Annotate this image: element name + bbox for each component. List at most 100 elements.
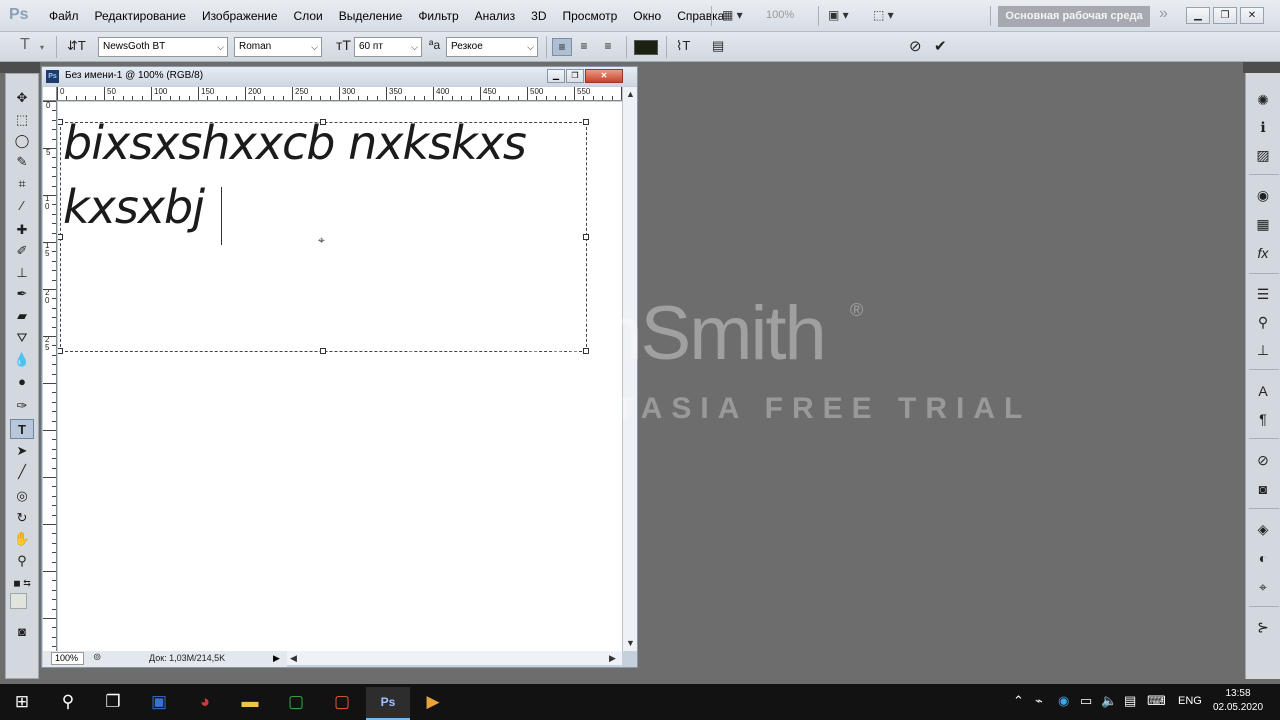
zoom-level-menu[interactable]: 100%	[766, 9, 794, 21]
lasso-tool-icon[interactable]: ◯	[10, 131, 34, 151]
menu-view[interactable]: Просмотр	[554, 9, 625, 23]
status-menu-arrow-icon[interactable]: ▶	[273, 653, 280, 664]
line-tool-icon[interactable]: ╱	[10, 462, 34, 482]
camtasia-icon[interactable]: ▢	[274, 687, 318, 720]
resize-handle[interactable]	[583, 234, 589, 240]
menu-edit[interactable]: Редактирование	[87, 9, 194, 23]
zoom-tool-icon[interactable]: ⚲	[10, 551, 34, 571]
layers-icon[interactable]: ◈	[1253, 519, 1273, 539]
photoshop-taskbar-icon[interactable]: Ps	[366, 687, 410, 720]
masks-icon[interactable]: ⚲	[1253, 312, 1273, 332]
styles-icon[interactable]: fx	[1253, 243, 1273, 263]
move-tool-icon[interactable]: ✥	[10, 88, 34, 108]
minimize-button[interactable]: ▁	[1186, 7, 1210, 24]
close-button[interactable]: ✕	[1240, 7, 1264, 24]
paint-bucket-tool-icon[interactable]: ⛛	[10, 328, 34, 348]
swap-colors-icon[interactable]: ◼ ⇆	[10, 573, 34, 593]
chevron-up-icon[interactable]: ⌃	[1013, 693, 1024, 709]
search-icon[interactable]: ⚲	[46, 687, 90, 720]
chevron-right-icon[interactable]: »	[1159, 5, 1168, 23]
panels-header[interactable]	[1243, 62, 1280, 73]
tool-presets-icon[interactable]: ◙	[1253, 479, 1273, 499]
horizontal-ruler[interactable]: 0 50 100 150 200 250 300 350 400 450 500…	[57, 87, 622, 101]
menu-select[interactable]: Выделение	[331, 9, 411, 23]
document-title-bar[interactable]: Ps Без имени-1 @ 100% (RGB/8) ▁ ❐ ✕	[42, 67, 637, 86]
brushes-icon[interactable]: ⊘	[1253, 450, 1273, 470]
crop-tool-icon[interactable]: ⌗	[10, 174, 34, 194]
menu-window[interactable]: Окно	[625, 9, 669, 23]
3d-rotate-tool-icon[interactable]: ◎	[10, 486, 34, 506]
scroll-up-icon[interactable]: ▲	[626, 89, 635, 99]
align-right-button[interactable]: ≡	[598, 38, 618, 56]
menu-3d[interactable]: 3D	[523, 9, 554, 23]
task-view-icon[interactable]: ❐	[91, 687, 135, 720]
clone-stamp-tool-icon[interactable]: ⊥	[10, 263, 34, 283]
adjustments-icon[interactable]: ☰	[1253, 284, 1273, 304]
dodge-tool-icon[interactable]: ●	[10, 372, 34, 392]
windows-start-icon[interactable]: ⊞	[0, 687, 44, 720]
foreground-color-swatch[interactable]	[10, 593, 27, 609]
workspace-button[interactable]: Основная рабочая среда	[998, 6, 1150, 27]
file-explorer-icon[interactable]: ▬	[228, 687, 272, 720]
type-tool-preset-icon[interactable]: T	[20, 36, 30, 54]
resize-handle[interactable]	[58, 234, 63, 240]
telegram-icon[interactable]: ◉	[1058, 693, 1069, 709]
cancel-edits-icon[interactable]: ⊘	[909, 37, 922, 55]
scroll-down-icon[interactable]: ▼	[626, 638, 635, 648]
eyedropper-tool-icon[interactable]: ⁄	[10, 196, 34, 216]
text-color-swatch[interactable]	[634, 40, 658, 55]
color-icon[interactable]: ◉	[1253, 185, 1273, 205]
media-player-icon[interactable]: ▶	[411, 687, 455, 720]
quick-select-tool-icon[interactable]: ✎	[10, 152, 34, 172]
zoom-input[interactable]: 100%	[51, 652, 84, 665]
volume-icon[interactable]: 🔈	[1101, 693, 1117, 709]
align-left-button[interactable]: ≡	[552, 38, 572, 56]
arrange-documents-icon[interactable]: ▣ ▾	[828, 8, 849, 22]
battery-icon[interactable]: ▭	[1080, 693, 1092, 709]
scroll-left-icon[interactable]: ◀	[290, 653, 297, 664]
doc-close-button[interactable]: ✕	[585, 69, 623, 83]
ruler-origin[interactable]	[43, 87, 57, 101]
language-indicator[interactable]: ENG	[1178, 695, 1202, 707]
notification-icon[interactable]: ▤	[1124, 693, 1136, 709]
swatches-icon[interactable]: ▦	[1253, 214, 1273, 234]
resize-handle[interactable]	[320, 348, 326, 354]
resize-handle[interactable]	[58, 348, 63, 354]
histogram-icon[interactable]: ▨	[1253, 145, 1273, 165]
scroll-right-icon[interactable]: ▶	[609, 653, 616, 664]
network-activity-icon[interactable]: ⌁	[1035, 693, 1043, 709]
navigator-icon[interactable]: ✺	[1253, 90, 1273, 110]
app-icon[interactable]: ◕	[183, 687, 227, 720]
menu-filter[interactable]: Фильтр	[410, 9, 466, 23]
type-tool-icon[interactable]: T	[10, 419, 34, 439]
channels-icon[interactable]: ◐	[1253, 548, 1273, 568]
paths-icon[interactable]: ⌖	[1253, 577, 1273, 597]
font-size-select[interactable]: 60 пт ⌵	[354, 37, 422, 57]
camtasia-recorder-icon[interactable]: ▢	[320, 687, 364, 720]
hand-tool-icon[interactable]: ✋	[10, 529, 34, 549]
resize-handle[interactable]	[583, 119, 589, 125]
pen-tool-icon[interactable]: ✑	[10, 396, 34, 416]
quick-mask-icon[interactable]: ◙	[10, 622, 34, 642]
status-options-icon[interactable]: ⊚	[93, 652, 101, 663]
marquee-tool-icon[interactable]: ⬚	[10, 110, 34, 130]
chevron-down-icon[interactable]: ▾	[40, 43, 44, 52]
eraser-tool-icon[interactable]: ▰	[10, 306, 34, 326]
character-icon[interactable]: A	[1253, 381, 1273, 401]
bridge-icon[interactable]: ▦ ▾	[722, 8, 743, 22]
horizontal-scrollbar[interactable]: ◀ ▶	[287, 651, 622, 665]
doc-restore-button[interactable]: ❐	[566, 69, 584, 83]
vertical-ruler[interactable]: 0 5 1 0 1 5 2 0 2 5	[43, 101, 57, 651]
font-family-select[interactable]: NewsGoth BT ⌵	[98, 37, 228, 57]
healing-brush-tool-icon[interactable]: ✚	[10, 220, 34, 240]
history-icon[interactable]: ⊱	[1253, 617, 1273, 637]
clock[interactable]: 13:58 02.05.2020	[1212, 687, 1264, 715]
character-panel-icon[interactable]: ▤	[712, 38, 724, 54]
tools-panel-header[interactable]	[0, 62, 40, 73]
screen-mode-icon[interactable]: ⬚ ▾	[873, 8, 894, 22]
keyboard-icon[interactable]: ⌨	[1147, 693, 1166, 709]
path-selection-tool-icon[interactable]: ➤	[10, 441, 34, 461]
menu-analysis[interactable]: Анализ	[467, 9, 524, 23]
align-center-button[interactable]: ≡	[574, 38, 594, 56]
clone-source-icon[interactable]: ⊥	[1253, 340, 1273, 360]
